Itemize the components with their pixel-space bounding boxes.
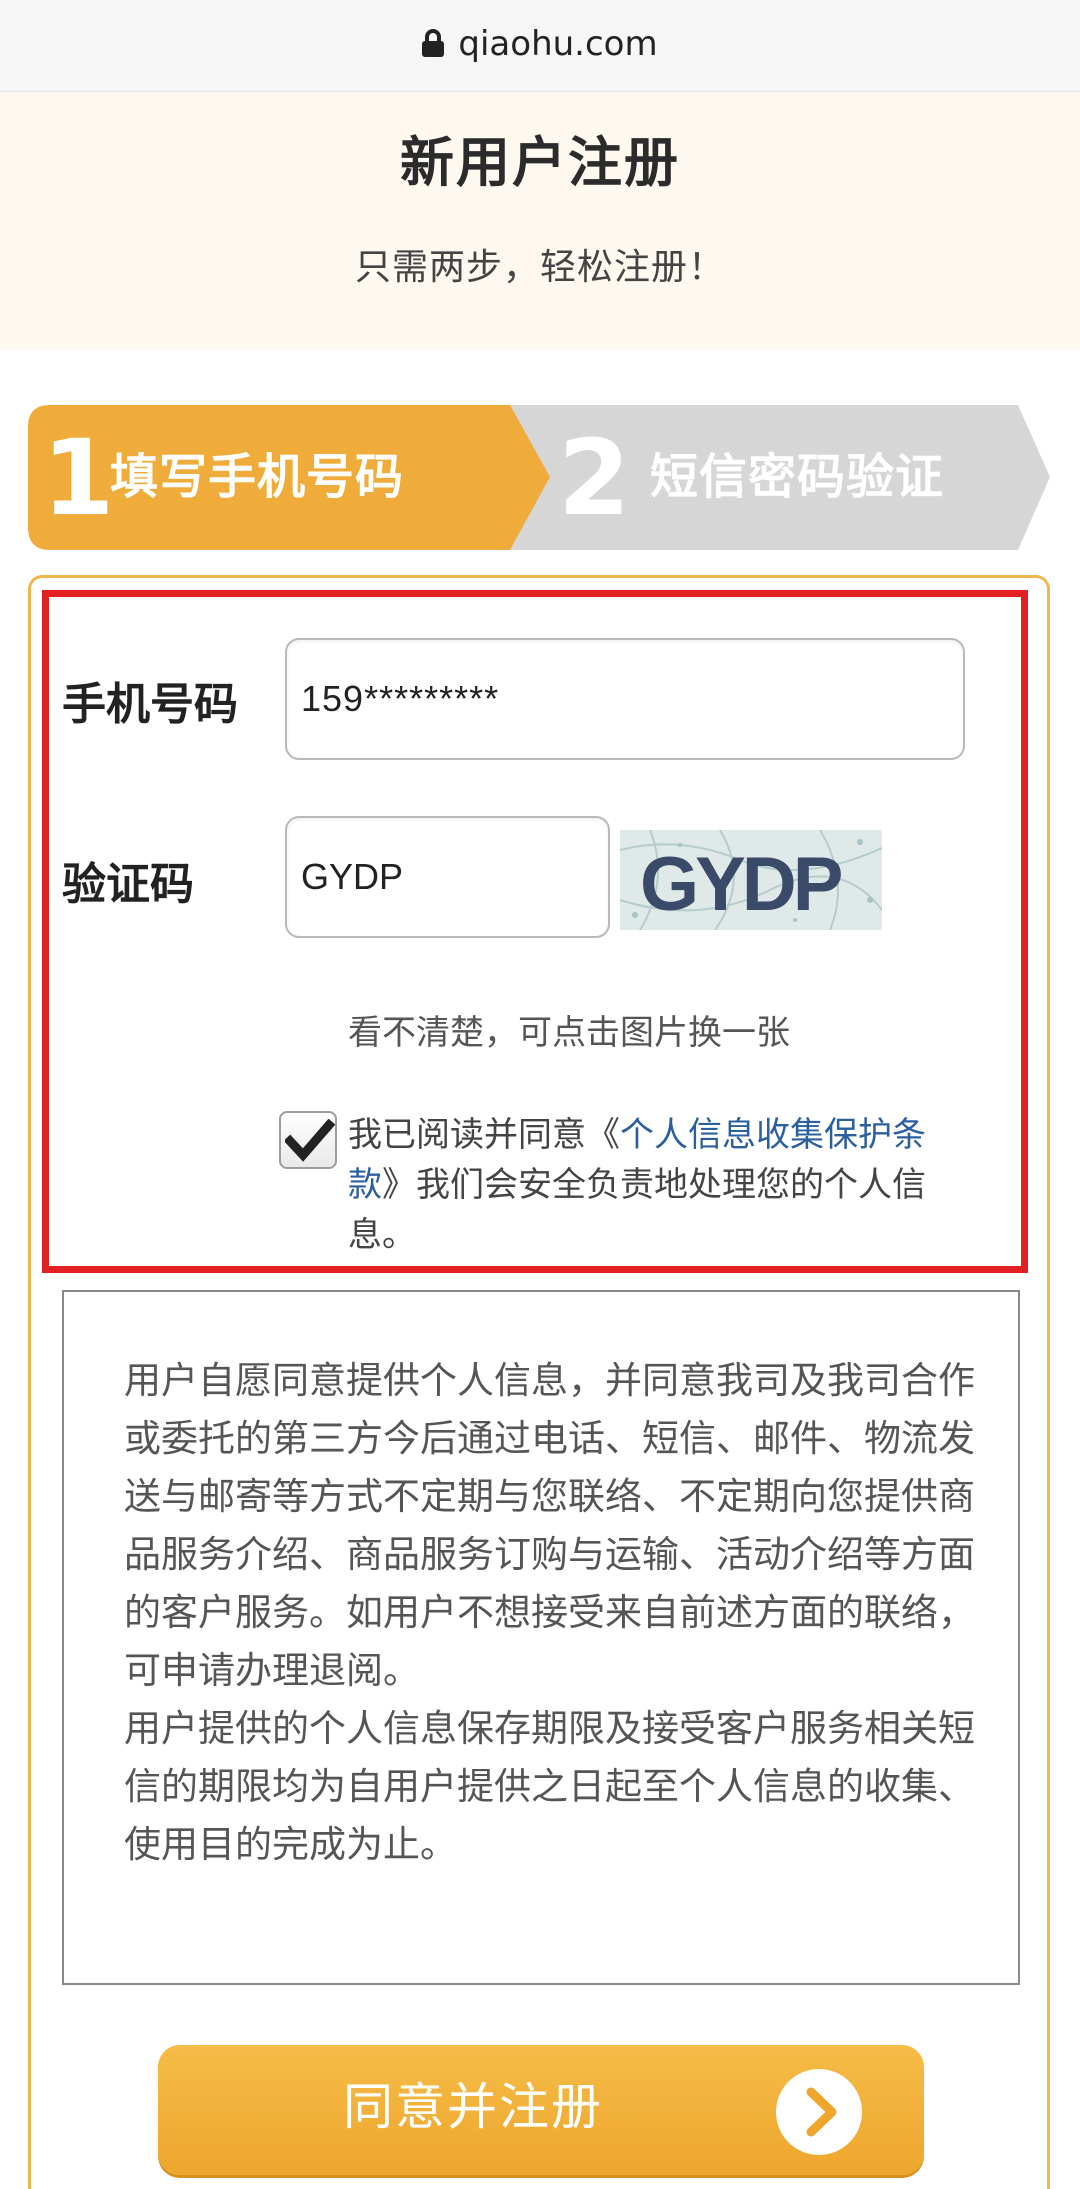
captcha-input[interactable]: GYDP <box>285 816 610 938</box>
agree-register-button[interactable]: 同意并注册 <box>158 2045 924 2175</box>
url-display[interactable]: qiaohu.com <box>0 0 1080 90</box>
step-1-label: 填写手机号码 <box>110 449 405 505</box>
captcha-label: 验证码 <box>62 859 194 910</box>
lock-icon <box>422 29 445 57</box>
consent-text: 用户自愿同意提供个人信息，并同意我司及我司合作或委托的第三方今后通过电话、短信、… <box>124 1352 984 1874</box>
step-2-number: 2 <box>558 417 631 539</box>
agree-text: 我已阅读并同意《个人信息收集保护条款》我们会安全负责地处理您的个人信息。 <box>348 1110 948 1260</box>
browser-address-bar[interactable]: qiaohu.com <box>0 0 1080 92</box>
registration-steps: 1 填写手机号码 2 短信密码验证 <box>28 405 1050 550</box>
consent-box[interactable]: 用户自愿同意提供个人信息，并同意我司及我司合作或委托的第三方今后通过电话、短信、… <box>62 1290 1020 1985</box>
chevron-right-icon <box>776 2069 862 2155</box>
consent-paragraph-2: 用户提供的个人信息保存期限及接受客户服务相关短信的期限均为自用户提供之日起至个人… <box>124 1707 975 1866</box>
agree-checkbox[interactable] <box>279 1111 337 1169</box>
captcha-image[interactable]: GYDP <box>620 830 882 930</box>
phone-input[interactable]: 159********* <box>285 638 965 760</box>
step-1-number: 1 <box>42 417 115 539</box>
agree-prefix: 我已阅读并同意《 <box>348 1115 620 1155</box>
captcha-hint: 看不清楚，可点击图片换一张 <box>348 1013 790 1053</box>
agree-suffix: 》我们会安全负责地处理您的个人信息。 <box>348 1165 926 1255</box>
submit-label: 同意并注册 <box>343 2078 603 2136</box>
step-2-label: 短信密码验证 <box>650 449 945 505</box>
phone-label: 手机号码 <box>62 679 238 730</box>
page-title: 新用户注册 <box>400 131 680 194</box>
url-text: qiaohu.com <box>458 24 658 64</box>
consent-paragraph-1: 用户自愿同意提供个人信息，并同意我司及我司合作或委托的第三方今后通过电话、短信、… <box>124 1359 975 1692</box>
checkmark-icon <box>285 1119 335 1162</box>
captcha-image-text: GYDP <box>640 842 842 927</box>
page-subtitle: 只需两步，轻松注册！ <box>354 247 725 288</box>
